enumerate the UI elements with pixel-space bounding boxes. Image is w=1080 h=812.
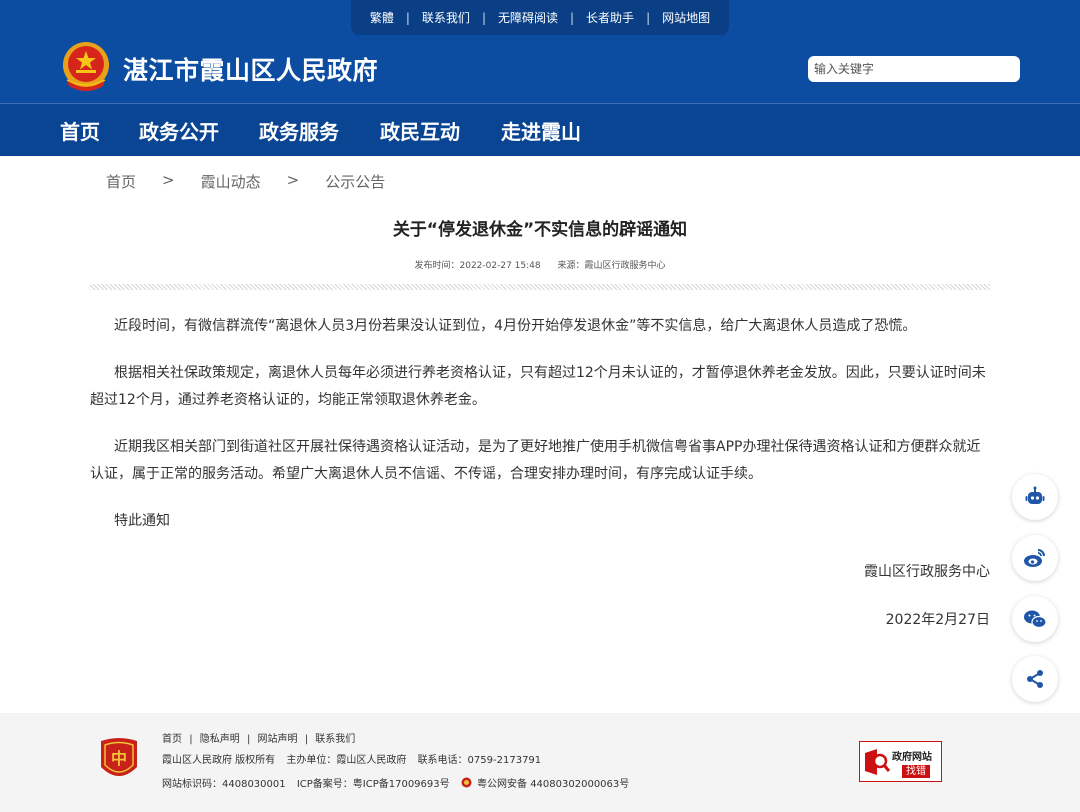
toplink-accessibility[interactable]: 无障碍阅读 [486, 11, 570, 25]
nav-item-interaction[interactable]: 政民互动 [380, 116, 460, 145]
footer-link-separator: | [304, 734, 309, 745]
toplink-elder-helper[interactable]: 长者助手 [574, 11, 646, 25]
nav-item-gov-services[interactable]: 政务服务 [259, 116, 339, 145]
footer-link-separator: | [246, 734, 251, 745]
wechat-share-button[interactable] [1012, 596, 1058, 642]
article-source: 来源：霞山区行政服务中心 [557, 261, 666, 271]
toplink-contact[interactable]: 联系我们 [410, 11, 482, 25]
weibo-share-button[interactable] [1012, 535, 1058, 581]
main-nav: 首页 政务公开 政务服务 政民互动 走进霞山 [0, 103, 1080, 156]
find-error-label: 找错 [902, 765, 930, 778]
footer-copyright: 霞山区人民政府 版权所有 [162, 755, 276, 766]
publish-time: 发布时间：2022-02-27 15:48 [414, 261, 541, 271]
article-meta: 发布时间：2022-02-27 15:48 来源：霞山区行政服务中心 [0, 258, 1080, 271]
site-header: 繁體 | 联系我们 | 无障碍阅读 | 长者助手 | 网站地图 湛江市霞山区人民… [0, 0, 1080, 103]
breadcrumb-news[interactable]: 霞山动态 [201, 171, 261, 192]
robot-assistant-button[interactable] [1012, 474, 1058, 520]
breadcrumb-notices[interactable]: 公示公告 [325, 171, 385, 192]
national-emblem-icon [63, 42, 109, 91]
article-divider [90, 284, 990, 290]
footer-link-contact[interactable]: 联系我们 [315, 734, 355, 745]
find-error-title: 政府网站 [892, 752, 932, 763]
footer-site-code: 网站标识码：4408030001 [162, 779, 286, 790]
article-paragraph: 根据相关社保政策规定，离退休人员每年必须进行养老资格认证，只有超过12个月未认证… [90, 365, 986, 408]
party-gov-logo-icon: 中 [101, 738, 137, 776]
footer-links: 首页 | 隐私声明 | 网站声明 | 联系我们 [162, 730, 359, 745]
weibo-icon [1024, 549, 1045, 567]
find-error-button[interactable]: 政府网站 找错 [859, 741, 942, 782]
footer-link-separator: | [189, 734, 193, 745]
article-signature: 霞山区行政服务中心 [864, 564, 990, 580]
footer-link-home[interactable]: 首页 [162, 734, 182, 745]
magnifier-icon [865, 749, 891, 775]
nav-item-home[interactable]: 首页 [60, 116, 100, 145]
footer-phone: 联系电话：0759-2173791 [417, 755, 542, 766]
share-button[interactable] [1012, 656, 1058, 702]
share-icon [1027, 670, 1043, 688]
robot-icon [1025, 486, 1045, 504]
breadcrumb-separator: > [162, 171, 175, 189]
police-badge-icon [461, 777, 472, 788]
svg-text:中: 中 [111, 749, 127, 768]
toplink-traditional[interactable]: 繁體 [358, 11, 406, 25]
article-paragraph: 特此通知 [114, 513, 170, 529]
site-title: 湛江市霞山区人民政府 [123, 56, 379, 85]
breadcrumb: 首页 > 霞山动态 > 公示公告 [106, 171, 385, 192]
article-paragraph: 近段时间，有微信群流传“离退休人员3月份若果没认证到位，4月份开始停发退休金”等… [114, 318, 917, 334]
footer-link-statement[interactable]: 网站声明 [258, 734, 298, 745]
article-date: 2022年2月27日 [885, 612, 990, 628]
article-title: 关于“停发退休金”不实信息的辟谣通知 [392, 220, 688, 240]
search-input[interactable] [808, 56, 1020, 82]
nav-item-about-xiashan[interactable]: 走进霞山 [501, 116, 581, 145]
wechat-icon [1024, 610, 1047, 629]
breadcrumb-separator: > [286, 171, 300, 189]
footer-info-line: 霞山区人民政府 版权所有 主办单位：霞山区人民政府 联系电话：0759-2173… [162, 751, 549, 766]
breadcrumb-home[interactable]: 首页 [106, 171, 136, 192]
nav-item-gov-affairs-open[interactable]: 政务公开 [139, 116, 219, 145]
toplink-sitemap[interactable]: 网站地图 [650, 11, 722, 25]
footer-record-line: 网站标识码：4408030001 ICP备案号：粤ICP备17009693号 粤… [162, 775, 637, 790]
footer-sponsor: 主办单位：霞山区人民政府 [286, 755, 407, 766]
top-links-bar: 繁體 | 联系我们 | 无障碍阅读 | 长者助手 | 网站地图 [351, 0, 729, 35]
footer-icp[interactable]: ICP备案号：粤ICP备17009693号 [297, 779, 450, 790]
footer-police-record[interactable]: 粤公网安备 44080302000063号 [477, 779, 629, 790]
article-paragraph: 近期我区相关部门到街道社区开展社保待遇资格认证活动，是为了更好地推广使用手机微信… [90, 439, 981, 482]
article-body: 近段时间，有微信群流传“离退休人员3月份若果没认证到位，4月份开始停发退休金”等… [90, 313, 990, 555]
footer-link-privacy[interactable]: 隐私声明 [200, 734, 240, 745]
